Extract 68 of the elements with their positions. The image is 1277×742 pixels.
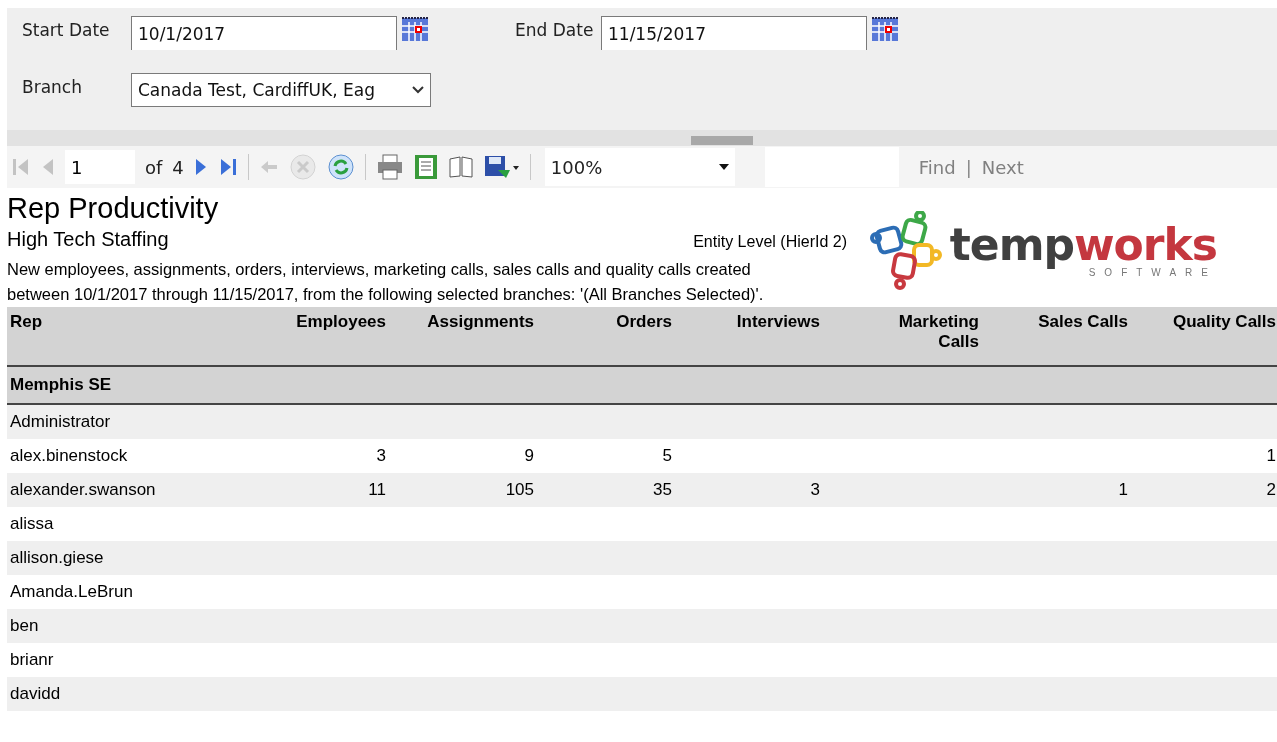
start-date-label: Start Date xyxy=(22,19,111,40)
toolbar-button[interactable] xyxy=(447,155,474,179)
table-cell-text: 9 xyxy=(523,446,535,466)
report-title: Rep Productivity xyxy=(7,191,220,226)
table-cell-text: davidd xyxy=(9,684,62,704)
next-link[interactable]: Next xyxy=(981,156,1024,178)
table-cell-text: alexander.swanson xyxy=(9,480,157,500)
table-cell-text: Amanda.LeBrun xyxy=(9,582,134,602)
zoom-dropdown[interactable]: 100% xyxy=(544,148,735,186)
toolbar-button[interactable] xyxy=(375,154,404,180)
printer-icon xyxy=(375,154,404,180)
table-cell-text: 1 xyxy=(1117,480,1129,500)
table-cell-text: ben xyxy=(9,616,40,636)
table-cell-text: alissa xyxy=(9,514,55,534)
page-number-field[interactable]: 1 xyxy=(65,150,135,184)
table-cell-text: 105 xyxy=(504,480,535,500)
table-cell-text: 2 xyxy=(1265,480,1277,500)
toolbar-button[interactable] xyxy=(483,154,520,180)
calendar-icon[interactable] xyxy=(401,16,429,42)
link-separator: | xyxy=(965,156,972,178)
toolbar-button[interactable] xyxy=(413,154,438,180)
start-date-field[interactable]: 10/1/2017 xyxy=(131,16,397,50)
calendar-icon[interactable] xyxy=(871,16,899,42)
caret-icon xyxy=(718,164,729,170)
table-cell-text: allison.giese xyxy=(9,548,105,568)
find-link[interactable]: Find xyxy=(918,156,956,178)
document-icon xyxy=(413,154,438,180)
table-cell-text: 35 xyxy=(652,480,673,500)
group-header: Memphis SE xyxy=(9,375,113,395)
end-date-field[interactable]: 11/15/2017 xyxy=(601,16,867,50)
stop-icon xyxy=(288,153,317,181)
toolbar-button[interactable] xyxy=(326,153,355,181)
table-cell-text: 5 xyxy=(661,446,673,466)
column-header: Quality Calls xyxy=(1172,312,1277,332)
first-page-icon xyxy=(11,156,31,178)
column-header: Assignments xyxy=(426,312,535,332)
chevron-down-icon xyxy=(412,86,424,94)
table-cell-text: 3 xyxy=(375,446,387,466)
table-cell-text: 11 xyxy=(367,480,387,500)
page-nav-button[interactable] xyxy=(193,156,208,178)
of-label: of xyxy=(145,156,163,178)
branch-label: Branch xyxy=(22,76,83,97)
refresh-icon xyxy=(326,153,355,181)
column-header: Employees xyxy=(295,312,387,332)
column-header: Orders xyxy=(615,312,673,332)
table-cell-text: Administrator xyxy=(9,412,112,432)
report-description: New employees, assignments, orders, interviews, marketing calls, sales calls and quality calls created between 10/1/2017 through 11/15/2017, from the following selected branches: '(All Branches Selected)'. xyxy=(7,259,765,305)
previous-page-icon xyxy=(41,156,55,178)
column-header: Marketing Calls xyxy=(897,312,980,352)
table-cell-text: 3 xyxy=(809,480,821,500)
table-cell-text: 1 xyxy=(1265,446,1277,466)
save-disk-icon xyxy=(483,154,520,180)
table-cell-text: brianr xyxy=(9,650,55,670)
end-date-label: End Date xyxy=(514,19,595,40)
entity-level: Entity Level (HierId 2) xyxy=(693,233,847,251)
column-header: Interviews xyxy=(735,312,821,332)
logo-wordmark: tempworks xyxy=(949,223,1217,267)
branch-dropdown[interactable]: Canada Test, CardiffUK, Eag xyxy=(131,73,431,107)
find-field[interactable] xyxy=(764,147,899,187)
open-book-icon xyxy=(447,155,474,179)
column-header: Sales Calls xyxy=(1037,312,1129,332)
logo-tagline: SOFTWARE xyxy=(1088,267,1217,278)
next-page-icon xyxy=(193,156,208,178)
total-pages: 4 xyxy=(172,156,184,178)
company-name: High Tech Staffing xyxy=(7,228,169,251)
collapse-handle[interactable] xyxy=(691,136,753,145)
table-cell-text: alex.binenstock xyxy=(9,446,129,466)
column-header: Rep xyxy=(9,312,44,332)
